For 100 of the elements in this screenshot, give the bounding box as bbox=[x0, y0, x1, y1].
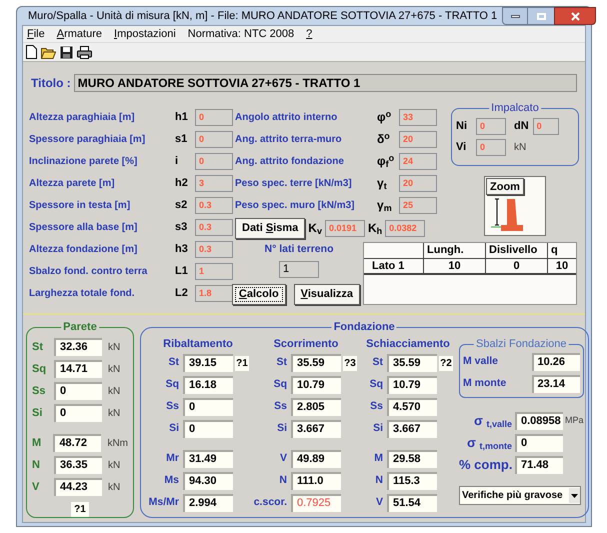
output-field[interactable]: 44.23 bbox=[54, 478, 102, 496]
parameter-label: Sbalzo fond. contro terra bbox=[29, 264, 148, 278]
save-icon[interactable] bbox=[60, 46, 73, 58]
output-field[interactable]: 0 bbox=[183, 420, 233, 438]
result-label: Ss bbox=[32, 384, 46, 399]
output-field[interactable]: 10.79 bbox=[291, 376, 341, 394]
parameter-symbol: s2 bbox=[175, 198, 188, 213]
output-field[interactable]: 0 bbox=[183, 398, 233, 416]
result-label: Si bbox=[372, 421, 384, 436]
output-field[interactable]: 115.3 bbox=[387, 472, 437, 490]
new-file-icon[interactable] bbox=[26, 45, 37, 59]
output-field[interactable]: 35.59 bbox=[291, 354, 341, 372]
sides-field[interactable]: 1 bbox=[279, 260, 319, 278]
column-title: Schiacciamento bbox=[365, 337, 451, 352]
output-field[interactable]: 51.54 bbox=[387, 494, 437, 512]
output-field[interactable]: 16.18 bbox=[183, 376, 233, 394]
output-field[interactable]: 49.89 bbox=[291, 450, 341, 468]
unit-label: kN bbox=[108, 406, 120, 420]
parameter-symbol: L1 bbox=[175, 264, 189, 279]
output-field[interactable]: 3.667 bbox=[291, 420, 341, 438]
field-label: Vi bbox=[456, 140, 468, 156]
output-field[interactable]: 10.79 bbox=[387, 376, 437, 394]
print-icon[interactable] bbox=[77, 46, 92, 58]
menu-item[interactable]: Armature bbox=[56, 26, 102, 42]
unit-label: kN bbox=[108, 384, 120, 398]
result-label: V bbox=[32, 480, 40, 495]
output-field[interactable]: 10.26 bbox=[532, 353, 580, 371]
output-field[interactable]: 2.994 bbox=[183, 494, 233, 512]
result-label: N bbox=[32, 458, 41, 473]
result-label: Sq bbox=[32, 362, 48, 377]
output-field[interactable]: 0.08958 bbox=[515, 412, 563, 430]
parameter-symbol: γ$_{t}$ bbox=[377, 175, 388, 192]
output-field[interactable]: 32.36 bbox=[54, 338, 102, 356]
unit-label: kN bbox=[108, 458, 120, 472]
table-cell: 10 bbox=[424, 259, 486, 273]
output-field[interactable]: 94.30 bbox=[183, 472, 233, 490]
result-label: c.scor. bbox=[253, 495, 288, 510]
result-label: M bbox=[32, 436, 42, 451]
output-field[interactable]: 4.570 bbox=[387, 398, 437, 416]
parameter-symbol: h1 bbox=[175, 110, 189, 125]
output-field[interactable]: 23.14 bbox=[532, 375, 580, 393]
unit-label: kN bbox=[108, 362, 120, 376]
menu-item[interactable]: ? bbox=[306, 26, 312, 42]
output-field[interactable]: 39.15 bbox=[183, 354, 233, 372]
title-field[interactable]: MURO ANDATORE SOTTOVIA 27+675 - TRATTO 1 bbox=[74, 74, 577, 92]
output-field[interactable]: 36.35 bbox=[54, 456, 102, 474]
output-field[interactable]: 48.72 bbox=[53, 434, 102, 452]
result-label: Ss bbox=[165, 399, 180, 414]
open-folder-icon[interactable] bbox=[41, 46, 56, 58]
unit-label: MPa bbox=[565, 414, 584, 428]
zoom-button[interactable]: Zoom bbox=[486, 178, 524, 195]
minimize-button[interactable] bbox=[502, 7, 528, 25]
parameter-symbol: s1 bbox=[175, 132, 188, 147]
row-header: Lato 1 bbox=[364, 259, 424, 273]
menu-item[interactable]: Normativa: NTC 2008 bbox=[188, 26, 294, 42]
output-field[interactable]: 0 bbox=[515, 434, 563, 452]
close-button[interactable] bbox=[554, 7, 596, 25]
parameter-label: Larghezza totale fond. bbox=[29, 286, 136, 300]
result-label: % comp. bbox=[459, 458, 514, 472]
result-label: Sq bbox=[164, 377, 180, 392]
result-label: St bbox=[32, 340, 44, 355]
output-field[interactable]: 14.71 bbox=[54, 360, 102, 378]
table-cell-text: 10 bbox=[554, 259, 570, 273]
result-label: Mr bbox=[165, 451, 180, 466]
unit-label: kN bbox=[108, 480, 120, 494]
result-label: Si bbox=[276, 421, 288, 436]
parameter-label: Spessore in testa [m] bbox=[29, 198, 132, 212]
action-button[interactable]: Calcolo bbox=[232, 284, 286, 305]
output-field[interactable]: 31.49 bbox=[183, 450, 233, 468]
caret-icon bbox=[569, 488, 580, 503]
unit-label: kNm bbox=[107, 436, 128, 450]
parameter-label: Spessore alla base [m] bbox=[29, 220, 138, 234]
seismic-data-button[interactable]: Dati Sisma bbox=[235, 218, 306, 238]
parameter-symbol: φ$^{o}$ bbox=[377, 108, 392, 126]
output-field[interactable]: 0 bbox=[54, 382, 102, 400]
results-dropdown[interactable]: Verifiche più gravose bbox=[459, 486, 581, 505]
output-field[interactable]: 71.48 bbox=[515, 456, 563, 474]
check-marker: ?1 bbox=[71, 502, 89, 517]
output-field[interactable]: 2.805 bbox=[291, 398, 341, 416]
menu-item[interactable]: File bbox=[27, 26, 45, 42]
column-title: Ribaltamento bbox=[162, 337, 234, 352]
window-title: Muro/Spalla - Unità di misura [kN, m] - File: MURO ANDATORE SOTTOVIA 27+675 - TRATTO 1 bbox=[28, 8, 498, 24]
parameter-label: Altezza paraghiaia [m] bbox=[29, 110, 136, 124]
maximize-button[interactable] bbox=[528, 7, 554, 25]
parameter-label: Altezza parete [m] bbox=[29, 176, 116, 190]
output-field[interactable]: 29.58 bbox=[387, 450, 437, 468]
result-label: St bbox=[276, 355, 288, 370]
action-button[interactable]: Visualizza bbox=[294, 284, 360, 305]
parameter-label: Angolo attrito interno bbox=[235, 110, 338, 124]
parameter-symbol: L2 bbox=[175, 286, 189, 301]
parameter-symbol: i bbox=[175, 154, 180, 169]
menu-item[interactable]: Impostazioni bbox=[114, 26, 176, 42]
output-field[interactable]: 111.0 bbox=[291, 472, 341, 490]
output-field[interactable]: 3.667 bbox=[387, 420, 437, 438]
result-label: N bbox=[278, 473, 288, 488]
output-field[interactable]: 35.59 bbox=[387, 354, 437, 372]
result-label: Ss bbox=[273, 399, 288, 414]
output-field[interactable]: 0 bbox=[54, 404, 102, 422]
result-label: St bbox=[372, 355, 384, 370]
result-label: V bbox=[278, 451, 288, 466]
